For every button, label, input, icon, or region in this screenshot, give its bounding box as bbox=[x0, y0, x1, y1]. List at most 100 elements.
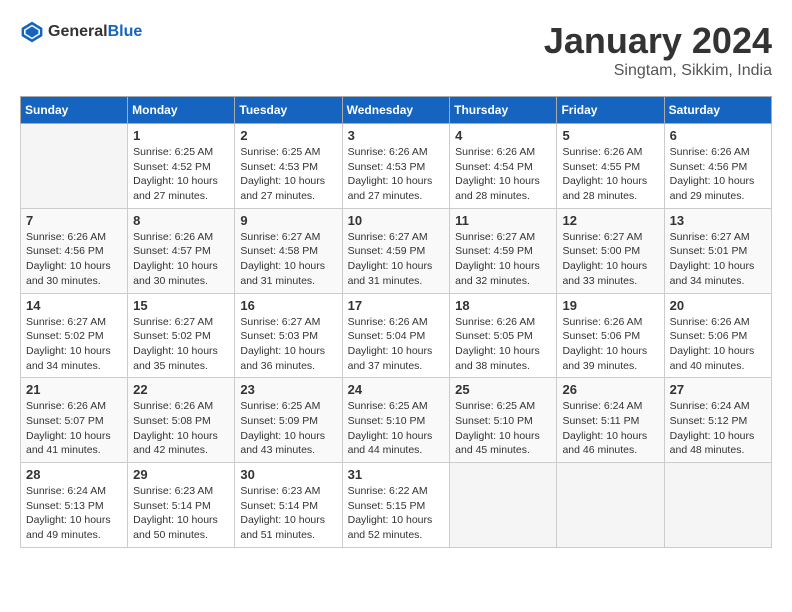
day-info: Sunrise: 6:24 AMSunset: 5:12 PMDaylight:… bbox=[670, 399, 766, 458]
day-cell: 21 Sunrise: 6:26 AMSunset: 5:07 PMDayligh… bbox=[21, 378, 128, 463]
day-number: 1 bbox=[133, 128, 229, 143]
logo-text: General Blue bbox=[48, 23, 142, 41]
day-info: Sunrise: 6:27 AMSunset: 5:03 PMDaylight:… bbox=[240, 315, 336, 374]
day-cell: 20Sunrise: 6:26 AMSunset: 5:06 PMDayligh… bbox=[664, 293, 771, 378]
day-number: 12 bbox=[562, 213, 658, 228]
day-info: Sunrise: 6:25 AMSunset: 5:10 PMDaylight:… bbox=[455, 399, 551, 458]
day-cell: 8 Sunrise: 6:26 AMSunset: 4:57 PMDaylight… bbox=[128, 208, 235, 293]
day-number: 21 bbox=[26, 382, 122, 397]
day-info: Sunrise: 6:26 AMSunset: 5:08 PMDaylight:… bbox=[133, 399, 229, 458]
day-number: 22 bbox=[133, 382, 229, 397]
page-header: General Blue January 2024 Singtam, Sikki… bbox=[20, 20, 772, 80]
day-cell: 15 Sunrise: 6:27 AMSunset: 5:02 PMDayligh… bbox=[128, 293, 235, 378]
header-row: SundayMondayTuesdayWednesdayThursdayFrid… bbox=[21, 97, 772, 124]
day-cell: 13 Sunrise: 6:27 AMSunset: 5:01 PMDayligh… bbox=[664, 208, 771, 293]
day-number: 25 bbox=[455, 382, 551, 397]
day-cell bbox=[21, 124, 128, 209]
day-number: 6 bbox=[670, 128, 766, 143]
day-number: 11 bbox=[455, 213, 551, 228]
day-cell: 28 Sunrise: 6:24 AMSunset: 5:13 PMDayligh… bbox=[21, 463, 128, 548]
day-cell: 4 Sunrise: 6:26 AMSunset: 4:54 PMDaylight… bbox=[450, 124, 557, 209]
title-block: January 2024 Singtam, Sikkim, India bbox=[544, 20, 772, 80]
day-cell: 7 Sunrise: 6:26 AMSunset: 4:56 PMDaylight… bbox=[21, 208, 128, 293]
day-info: Sunrise: 6:26 AMSunset: 4:56 PMDaylight:… bbox=[670, 145, 766, 204]
day-info: Sunrise: 6:27 AMSunset: 5:00 PMDaylight:… bbox=[562, 230, 658, 289]
day-number: 31 bbox=[348, 467, 445, 482]
day-cell: 31 Sunrise: 6:22 AMSunset: 5:15 PMDayligh… bbox=[342, 463, 450, 548]
day-cell bbox=[450, 463, 557, 548]
day-info: Sunrise: 6:26 AMSunset: 4:54 PMDaylight:… bbox=[455, 145, 551, 204]
day-cell: 18Sunrise: 6:26 AMSunset: 5:05 PMDayligh… bbox=[450, 293, 557, 378]
calendar-table: SundayMondayTuesdayWednesdayThursdayFrid… bbox=[20, 96, 772, 548]
day-cell: 17Sunrise: 6:26 AMSunset: 5:04 PMDayligh… bbox=[342, 293, 450, 378]
header-saturday: Saturday bbox=[664, 97, 771, 124]
day-cell: 11 Sunrise: 6:27 AMSunset: 4:59 PMDayligh… bbox=[450, 208, 557, 293]
location: Singtam, Sikkim, India bbox=[544, 62, 772, 80]
header-friday: Friday bbox=[557, 97, 664, 124]
day-number: 3 bbox=[348, 128, 445, 143]
day-cell: 16Sunrise: 6:27 AMSunset: 5:03 PMDayligh… bbox=[235, 293, 342, 378]
day-info: Sunrise: 6:27 AMSunset: 5:02 PMDaylight:… bbox=[26, 315, 122, 374]
logo-icon bbox=[20, 20, 44, 44]
day-number: 15 bbox=[133, 298, 229, 313]
logo-general: General bbox=[48, 23, 108, 41]
day-number: 9 bbox=[240, 213, 336, 228]
header-sunday: Sunday bbox=[21, 97, 128, 124]
day-cell bbox=[557, 463, 664, 548]
day-info: Sunrise: 6:26 AMSunset: 4:57 PMDaylight:… bbox=[133, 230, 229, 289]
day-info: Sunrise: 6:26 AMSunset: 5:04 PMDaylight:… bbox=[348, 315, 445, 374]
week-row-3: 14Sunrise: 6:27 AMSunset: 5:02 PMDayligh… bbox=[21, 293, 772, 378]
day-number: 29 bbox=[133, 467, 229, 482]
day-cell: 1 Sunrise: 6:25 AMSunset: 4:52 PMDaylight… bbox=[128, 124, 235, 209]
day-info: Sunrise: 6:27 AMSunset: 5:01 PMDaylight:… bbox=[670, 230, 766, 289]
day-info: Sunrise: 6:26 AMSunset: 5:07 PMDaylight:… bbox=[26, 399, 122, 458]
day-cell: 5 Sunrise: 6:26 AMSunset: 4:55 PMDaylight… bbox=[557, 124, 664, 209]
day-number: 10 bbox=[348, 213, 445, 228]
day-number: 27 bbox=[670, 382, 766, 397]
day-number: 28 bbox=[26, 467, 122, 482]
day-cell: 26Sunrise: 6:24 AMSunset: 5:11 PMDayligh… bbox=[557, 378, 664, 463]
day-cell: 25 Sunrise: 6:25 AMSunset: 5:10 PMDayligh… bbox=[450, 378, 557, 463]
day-number: 19 bbox=[562, 298, 658, 313]
day-number: 23 bbox=[240, 382, 336, 397]
day-info: Sunrise: 6:26 AMSunset: 4:55 PMDaylight:… bbox=[562, 145, 658, 204]
day-number: 7 bbox=[26, 213, 122, 228]
day-cell: 12 Sunrise: 6:27 AMSunset: 5:00 PMDayligh… bbox=[557, 208, 664, 293]
day-number: 2 bbox=[240, 128, 336, 143]
day-cell: 19 Sunrise: 6:26 AMSunset: 5:06 PMDayligh… bbox=[557, 293, 664, 378]
day-cell: 6 Sunrise: 6:26 AMSunset: 4:56 PMDaylight… bbox=[664, 124, 771, 209]
day-cell: 24 Sunrise: 6:25 AMSunset: 5:10 PMDayligh… bbox=[342, 378, 450, 463]
day-number: 5 bbox=[562, 128, 658, 143]
month-year: January 2024 bbox=[544, 20, 772, 62]
logo: General Blue bbox=[20, 20, 142, 44]
day-number: 24 bbox=[348, 382, 445, 397]
day-info: Sunrise: 6:27 AMSunset: 4:59 PMDaylight:… bbox=[348, 230, 445, 289]
day-info: Sunrise: 6:26 AMSunset: 5:06 PMDaylight:… bbox=[562, 315, 658, 374]
day-cell: 14Sunrise: 6:27 AMSunset: 5:02 PMDayligh… bbox=[21, 293, 128, 378]
day-number: 18 bbox=[455, 298, 551, 313]
header-thursday: Thursday bbox=[450, 97, 557, 124]
day-info: Sunrise: 6:22 AMSunset: 5:15 PMDaylight:… bbox=[348, 484, 445, 543]
day-number: 8 bbox=[133, 213, 229, 228]
header-wednesday: Wednesday bbox=[342, 97, 450, 124]
day-info: Sunrise: 6:25 AMSunset: 5:10 PMDaylight:… bbox=[348, 399, 445, 458]
day-info: Sunrise: 6:26 AMSunset: 4:56 PMDaylight:… bbox=[26, 230, 122, 289]
day-info: Sunrise: 6:25 AMSunset: 4:52 PMDaylight:… bbox=[133, 145, 229, 204]
day-cell bbox=[664, 463, 771, 548]
day-number: 13 bbox=[670, 213, 766, 228]
week-row-5: 28 Sunrise: 6:24 AMSunset: 5:13 PMDayligh… bbox=[21, 463, 772, 548]
day-info: Sunrise: 6:27 AMSunset: 4:59 PMDaylight:… bbox=[455, 230, 551, 289]
day-cell: 22 Sunrise: 6:26 AMSunset: 5:08 PMDayligh… bbox=[128, 378, 235, 463]
day-info: Sunrise: 6:24 AMSunset: 5:11 PMDaylight:… bbox=[562, 399, 658, 458]
day-number: 20 bbox=[670, 298, 766, 313]
day-cell: 30Sunrise: 6:23 AMSunset: 5:14 PMDayligh… bbox=[235, 463, 342, 548]
day-info: Sunrise: 6:27 AMSunset: 5:02 PMDaylight:… bbox=[133, 315, 229, 374]
day-info: Sunrise: 6:23 AMSunset: 5:14 PMDaylight:… bbox=[240, 484, 336, 543]
logo-blue: Blue bbox=[108, 23, 143, 41]
week-row-2: 7 Sunrise: 6:26 AMSunset: 4:56 PMDaylight… bbox=[21, 208, 772, 293]
day-number: 4 bbox=[455, 128, 551, 143]
day-cell: 23Sunrise: 6:25 AMSunset: 5:09 PMDayligh… bbox=[235, 378, 342, 463]
day-info: Sunrise: 6:24 AMSunset: 5:13 PMDaylight:… bbox=[26, 484, 122, 543]
day-cell: 10 Sunrise: 6:27 AMSunset: 4:59 PMDayligh… bbox=[342, 208, 450, 293]
day-cell: 3Sunrise: 6:26 AMSunset: 4:53 PMDaylight… bbox=[342, 124, 450, 209]
